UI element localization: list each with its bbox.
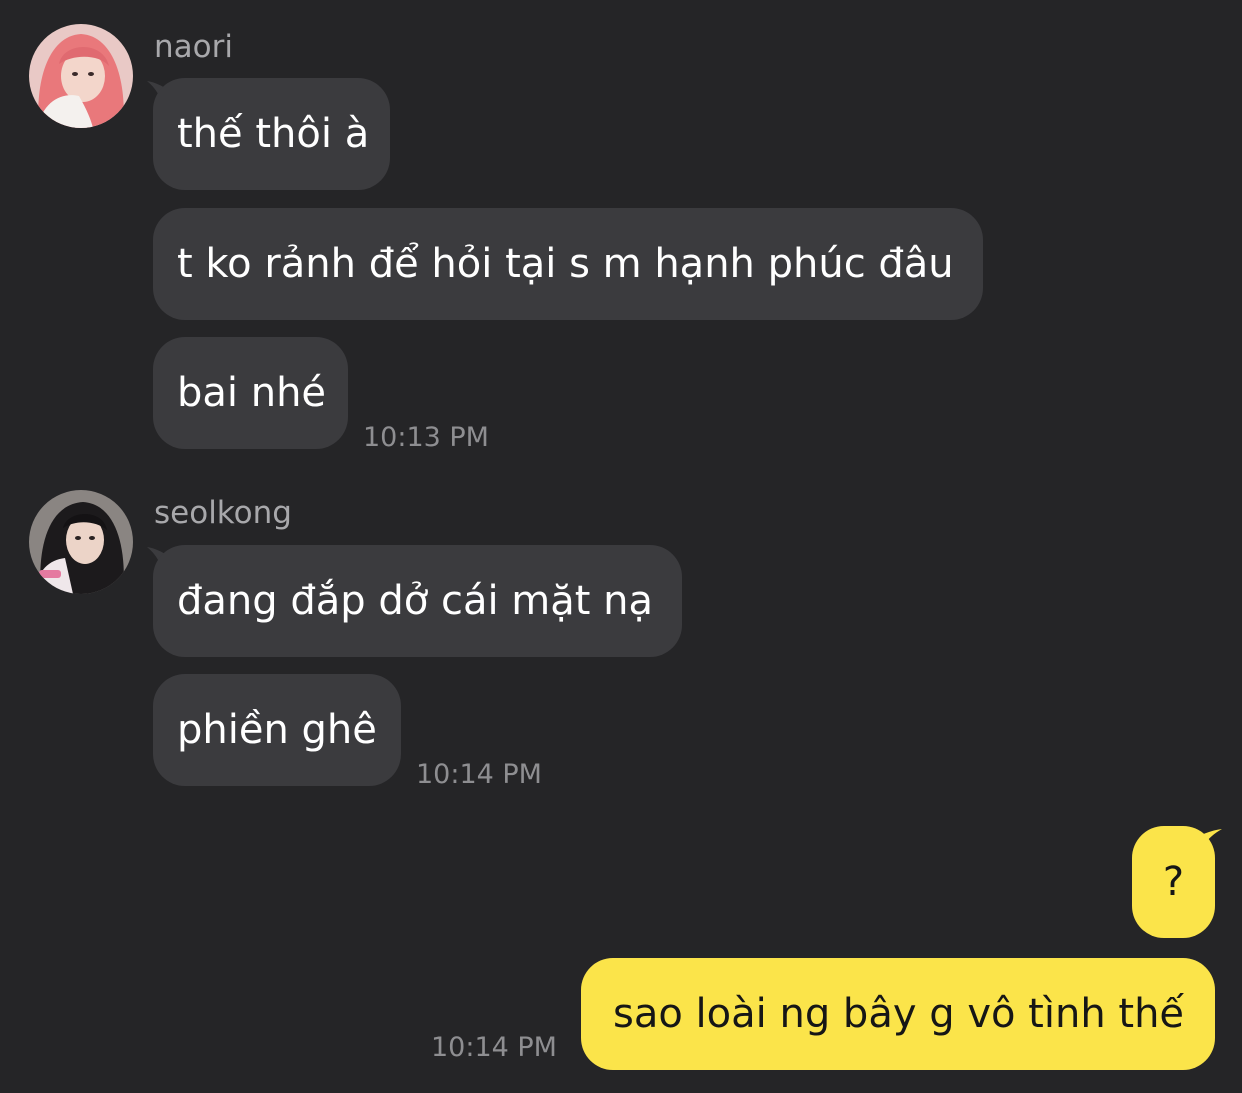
- message-timestamp: 10:14 PM: [431, 1032, 557, 1063]
- message-bubble-outgoing[interactable]: ?: [1132, 826, 1215, 938]
- avatar-seolkong[interactable]: [29, 490, 133, 594]
- message-bubble[interactable]: thế thôi à: [153, 78, 390, 190]
- avatar-naori[interactable]: [29, 24, 133, 128]
- message-bubble[interactable]: bai nhé: [153, 337, 348, 449]
- message-timestamp: 10:13 PM: [363, 422, 489, 453]
- sender-name-seolkong: seolkong: [154, 495, 292, 531]
- message-bubble[interactable]: đang đắp dở cái mặt nạ: [153, 545, 682, 657]
- message-bubble-outgoing[interactable]: sao loài ng bây g vô tình thế: [581, 958, 1215, 1070]
- message-bubble[interactable]: t ko rảnh để hỏi tại s m hạnh phúc đâu: [153, 208, 983, 320]
- message-timestamp: 10:14 PM: [416, 759, 542, 790]
- sender-name-naori: naori: [154, 29, 233, 65]
- message-bubble[interactable]: phiền ghê: [153, 674, 401, 786]
